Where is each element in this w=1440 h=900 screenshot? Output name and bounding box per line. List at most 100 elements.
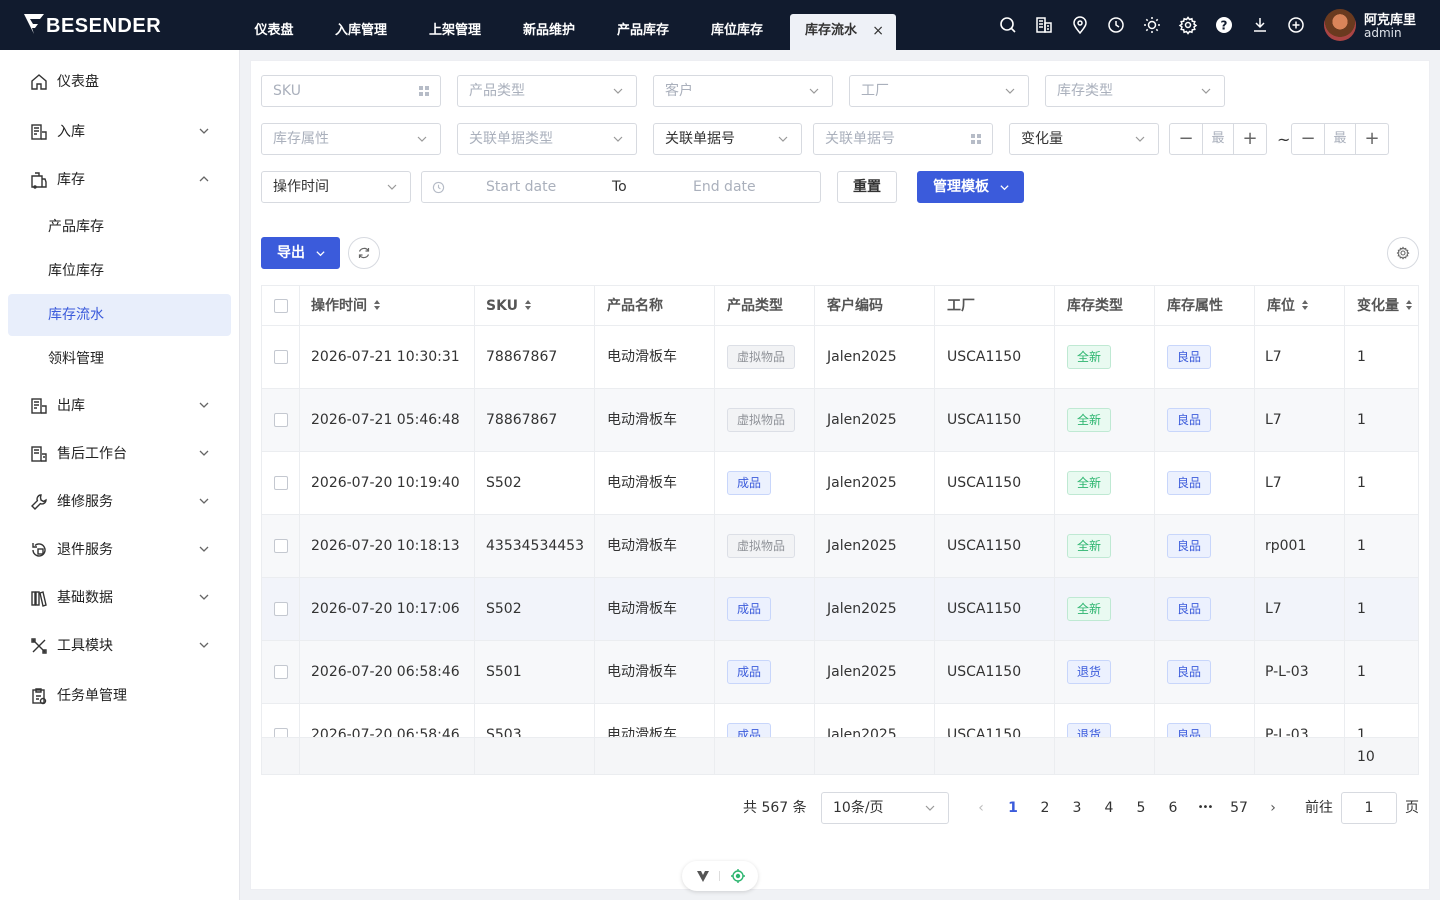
grid-icon[interactable] — [970, 133, 982, 145]
page-57-button[interactable]: 57 — [1223, 792, 1255, 824]
clock-icon[interactable] — [1104, 13, 1128, 37]
date-range-picker[interactable]: Start date To End date — [421, 171, 821, 203]
column-header-change[interactable]: 变化量 — [1357, 286, 1413, 326]
nav-tab-shelving[interactable]: 上架管理 — [414, 14, 496, 50]
building-icon[interactable] — [1032, 13, 1056, 37]
page-ellipsis-button[interactable]: ••• — [1189, 792, 1221, 824]
column-header-location[interactable]: 库位 — [1267, 286, 1309, 326]
page-2-button[interactable]: 2 — [1029, 792, 1061, 824]
sort-icon[interactable] — [1301, 299, 1309, 311]
page-3-button[interactable]: 3 — [1061, 792, 1093, 824]
minus-button[interactable]: − — [1170, 124, 1202, 154]
nav-tab-inbound[interactable]: 入库管理 — [320, 14, 402, 50]
reset-button[interactable]: 重置 — [837, 171, 897, 203]
manage-template-button[interactable]: 管理模板 — [917, 171, 1024, 203]
ref-doc-type-select[interactable]: 关联单据类型 — [457, 123, 637, 155]
table-row[interactable]: 2026-07-21 10:30:31 78867867 电动滑板车 虚拟物品 … — [262, 326, 1418, 389]
besender-logo[interactable]: BESENDER — [22, 12, 161, 38]
prev-page-button[interactable]: ‹ — [965, 792, 997, 824]
sidebar-subitem-location-stock[interactable]: 库位库存 — [8, 250, 231, 292]
nav-tab-new-product[interactable]: 新品维护 — [508, 14, 590, 50]
target-icon[interactable] — [730, 868, 746, 884]
sku-input[interactable]: SKU — [261, 75, 441, 107]
sidebar-item-inbound[interactable]: 入库 — [8, 111, 231, 153]
sort-icon[interactable] — [1405, 299, 1413, 311]
sidebar-subitem-material-requisition[interactable]: 领料管理 — [8, 338, 231, 380]
row-checkbox[interactable] — [274, 665, 288, 679]
change-qty-select[interactable]: 变化量 — [1009, 123, 1159, 155]
page-6-button[interactable]: 6 — [1157, 792, 1189, 824]
table-row[interactable]: 2026-07-21 05:46:48 78867867 电动滑板车 虚拟物品 … — [262, 389, 1418, 452]
sidebar-item-task-management[interactable]: 任务单管理 — [8, 675, 231, 717]
plus-button[interactable]: + — [1356, 124, 1388, 154]
stock-type-select[interactable]: 库存类型 — [1045, 75, 1225, 107]
page-5-button[interactable]: 5 — [1125, 792, 1157, 824]
page-size-select[interactable]: 10条/页 — [821, 792, 949, 824]
help-icon[interactable]: ? — [1212, 13, 1236, 37]
sort-icon[interactable] — [524, 299, 532, 311]
row-checkbox[interactable] — [274, 350, 288, 364]
stock-attr-select[interactable]: 库存属性 — [261, 123, 441, 155]
sidebar-item-outbound[interactable]: 出库 — [8, 385, 231, 427]
grid-icon[interactable] — [418, 85, 430, 97]
refresh-button[interactable] — [348, 237, 380, 269]
sidebar-item-aftersale[interactable]: 售后工作台 — [8, 433, 231, 475]
cell-product-name: 电动滑板车 — [607, 475, 677, 491]
column-header-sku[interactable]: SKU — [486, 286, 532, 326]
factory-placeholder: 工厂 — [861, 83, 889, 99]
export-button[interactable]: 导出 — [261, 237, 340, 269]
ref-doc-no-select[interactable]: 关联单据号 — [653, 123, 802, 155]
customer-select[interactable]: 客户 — [653, 75, 833, 107]
nav-tab-product-stock[interactable]: 产品库存 — [602, 14, 684, 50]
sidebar-item-returns[interactable]: 退件服务 — [8, 529, 231, 571]
page-1-button[interactable]: 1 — [997, 792, 1029, 824]
close-icon[interactable]: × — [872, 14, 884, 48]
page-4-button[interactable]: 4 — [1093, 792, 1125, 824]
location-pin-icon[interactable] — [1068, 13, 1092, 37]
row-checkbox[interactable] — [274, 539, 288, 553]
row-checkbox[interactable] — [274, 602, 288, 616]
next-page-button[interactable]: › — [1257, 792, 1289, 824]
vue-devtools-icon[interactable] — [696, 869, 710, 883]
gear-icon[interactable] — [1176, 13, 1200, 37]
sidebar-item-tools[interactable]: 工具模块 — [8, 625, 231, 667]
search-icon[interactable] — [996, 13, 1020, 37]
change-min-input[interactable]: 最 — [1202, 124, 1234, 154]
minus-button[interactable]: − — [1292, 124, 1324, 154]
sidebar-item-base-data[interactable]: 基础数据 — [8, 577, 231, 619]
sidebar-item-dashboard[interactable]: 仪表盘 — [8, 61, 231, 103]
table-row[interactable]: 2026-07-20 10:19:40 S502 电动滑板车 成品 Jalen2… — [262, 452, 1418, 515]
nav-tab-location-stock[interactable]: 库位库存 — [696, 14, 778, 50]
factory-select[interactable]: 工厂 — [849, 75, 1029, 107]
time-field-select[interactable]: 操作时间 — [261, 171, 411, 203]
sidebar-item-repair[interactable]: 维修服务 — [8, 481, 231, 523]
change-max-stepper[interactable]: − 最 + — [1291, 123, 1389, 155]
row-checkbox[interactable] — [274, 413, 288, 427]
sidebar-subitem-product-stock[interactable]: 产品库存 — [8, 206, 231, 248]
row-checkbox[interactable] — [274, 476, 288, 490]
nav-tab-dashboard[interactable]: 仪表盘 — [236, 14, 312, 50]
change-max-input[interactable]: 最 — [1324, 124, 1356, 154]
sidebar-subitem-stock-flow[interactable]: 库存流水 — [8, 294, 231, 336]
select-all-checkbox[interactable] — [274, 299, 288, 313]
time-field-value: 操作时间 — [273, 179, 329, 195]
avatar[interactable] — [1324, 9, 1356, 41]
sun-icon[interactable] — [1140, 13, 1164, 37]
add-circle-icon[interactable] — [1284, 13, 1308, 37]
table-row[interactable]: 2026-07-20 06:58:46 S501 电动滑板车 成品 Jalen2… — [262, 641, 1418, 704]
download-icon[interactable] — [1248, 13, 1272, 37]
table-settings-button[interactable] — [1387, 237, 1419, 269]
table-row[interactable]: 2026-07-20 10:17:06 S502 电动滑板车 成品 Jalen2… — [262, 578, 1418, 641]
ref-doc-no-input[interactable]: 关联单据号 — [813, 123, 993, 155]
start-date-input[interactable]: Start date — [486, 172, 556, 202]
column-header-time[interactable]: 操作时间 — [311, 286, 381, 326]
plus-button[interactable]: + — [1234, 124, 1266, 154]
sidebar-item-inventory[interactable]: 库存 — [8, 159, 231, 201]
table-row[interactable]: 2026-07-20 10:18:13 43534534453 电动滑板车 虚拟… — [262, 515, 1418, 578]
change-min-stepper[interactable]: − 最 + — [1169, 123, 1267, 155]
end-date-input[interactable]: End date — [693, 172, 756, 202]
sort-icon[interactable] — [373, 299, 381, 311]
goto-page-input[interactable]: 1 — [1341, 792, 1397, 824]
product-type-select[interactable]: 产品类型 — [457, 75, 637, 107]
nav-tab-stock-flow[interactable]: 库存流水 × — [790, 14, 896, 50]
